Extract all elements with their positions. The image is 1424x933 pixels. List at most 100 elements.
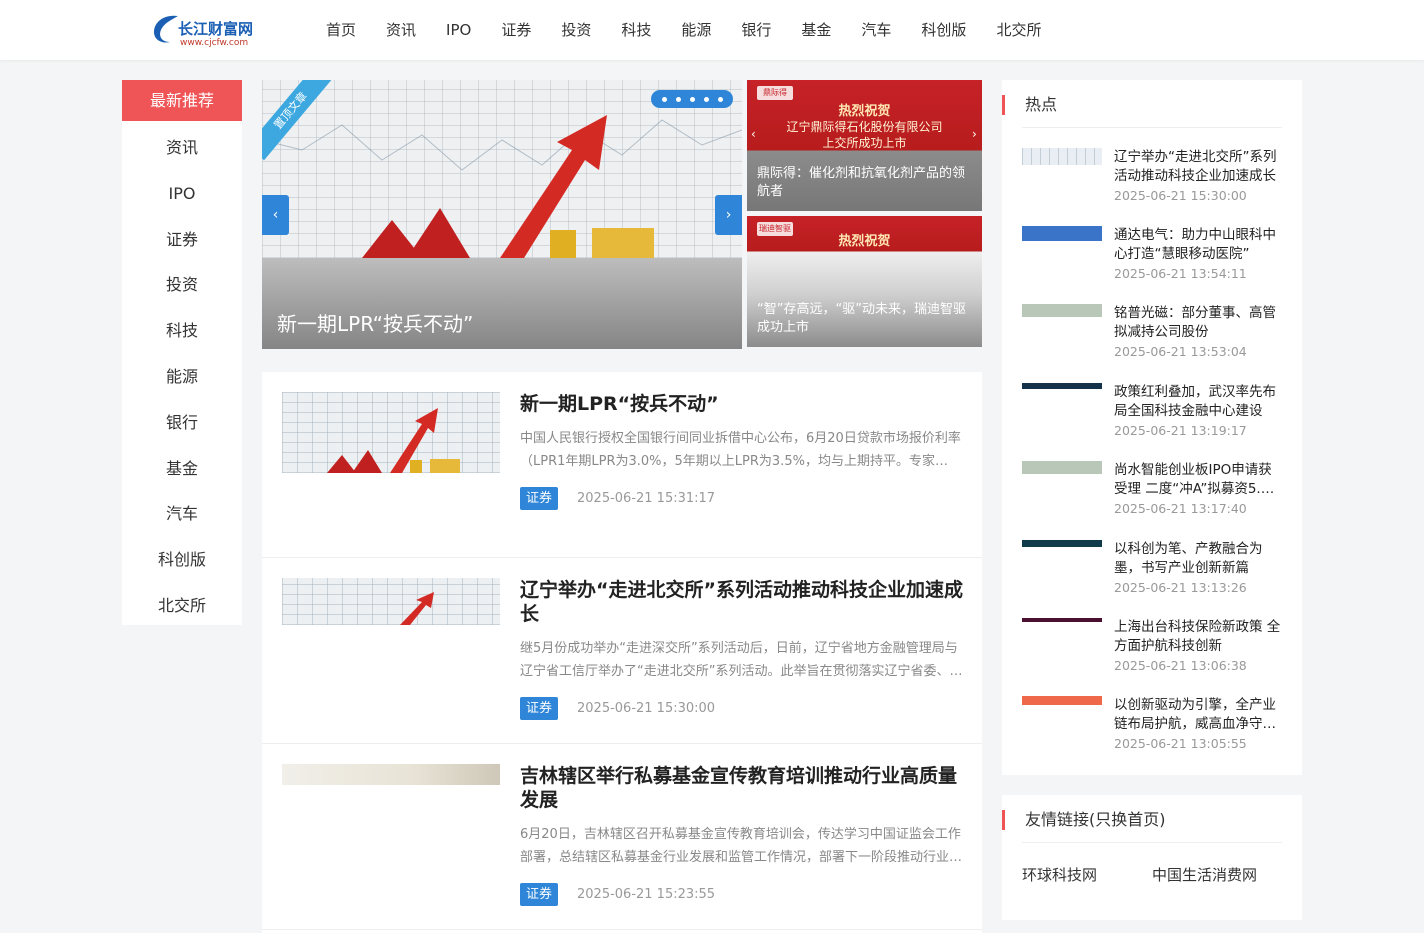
hot-thumbnail[interactable] xyxy=(1022,618,1102,622)
chevron-right-icon: › xyxy=(725,207,732,223)
hot-panel: 热点 辽宁举办“走进北交所”系列活动推动科技企业加速成长 2025-06-21 … xyxy=(1002,80,1302,775)
hot-item-title[interactable]: 尚水智能创业板IPO申请获受理 二度“冲A”拟募资5.… xyxy=(1114,461,1284,498)
sidebar-item-latest[interactable]: 最新推荐 xyxy=(122,80,242,121)
site-logo[interactable]: 长江财富网 www.cjcfw.com xyxy=(150,12,270,50)
carousel-dot[interactable] xyxy=(703,96,709,102)
nav-energy[interactable]: 能源 xyxy=(666,0,726,60)
list-item[interactable]: 通达电气：助力中山眼科中心打造“慧眼移动医院” 2025-06-21 13:54… xyxy=(1022,226,1282,298)
article-time: 2025-06-21 15:23:55 xyxy=(577,887,716,902)
article-title[interactable]: 吉林辖区举行私募基金宣传教育培训推动行业高质量发展 xyxy=(520,764,964,812)
hot-item-time: 2025-06-21 13:13:26 xyxy=(1114,580,1247,595)
hot-thumbnail[interactable] xyxy=(1022,383,1102,389)
carousel-next-button[interactable]: › xyxy=(715,195,742,235)
hot-item-time: 2025-06-21 13:54:11 xyxy=(1114,266,1247,281)
hot-item-title[interactable]: 以科创为笔、产教融合为墨，书写产业创新新篇 xyxy=(1114,540,1284,577)
carousel-dot[interactable] xyxy=(661,96,667,102)
hot-panel-title: 热点 xyxy=(1002,95,1057,115)
hot-item-time: 2025-06-21 13:05:55 xyxy=(1114,736,1247,751)
main-carousel[interactable]: 置顶文章 ‹ › 新一期LPR“按兵不动” xyxy=(262,80,742,349)
carousel-dots[interactable] xyxy=(651,90,733,108)
list-item[interactable]: 吉林辖区举行私募基金宣传教育培训推动行业高质量发展 6月20日，吉林辖区召开私募… xyxy=(262,744,982,930)
hot-thumbnail[interactable] xyxy=(1022,540,1102,547)
category-tag[interactable]: 证券 xyxy=(520,697,558,720)
article-summary: 6月20日，吉林辖区召开私募基金宣传教育培训会，传达学习中国证监会工作部署，总结… xyxy=(520,827,963,865)
hot-item-title[interactable]: 上海出台科技保险新政策 全方面护航科技创新 xyxy=(1114,618,1284,655)
category-tag[interactable]: 证券 xyxy=(520,883,558,906)
article-thumbnail[interactable] xyxy=(282,764,500,785)
rising-arrow-illustration xyxy=(400,592,434,625)
sidebar-item-bank[interactable]: 银行 xyxy=(122,400,242,446)
hot-item-title[interactable]: 辽宁举办“走进北交所”系列活动推动科技企业加速成长 xyxy=(1114,148,1284,185)
hot-item-time: 2025-06-21 13:17:40 xyxy=(1114,501,1247,516)
carousel-prev-button[interactable]: ‹ xyxy=(262,195,289,235)
nav-fund[interactable]: 基金 xyxy=(786,0,846,60)
friend-links-panel: 友情链接(只换首页) 环球科技网 中国生活消费网 xyxy=(1002,795,1302,920)
friend-links-title: 友情链接(只换首页) xyxy=(1002,810,1166,830)
carousel-dot[interactable] xyxy=(675,96,681,102)
nav-bank[interactable]: 银行 xyxy=(726,0,786,60)
chevron-left-icon[interactable]: ‹ xyxy=(751,127,756,141)
sidebar-item-ipo[interactable]: IPO xyxy=(122,171,242,217)
list-item[interactable]: 以科创为笔、产教融合为墨，书写产业创新新篇 2025-06-21 13:13:2… xyxy=(1022,540,1282,612)
list-item[interactable]: 辽宁举办“走进北交所”系列活动推动科技企业加速成长 继5月份成功举办“走进深交所… xyxy=(262,558,982,744)
hot-item-time: 2025-06-21 13:53:04 xyxy=(1114,344,1247,359)
hot-item-title[interactable]: 政策红利叠加，武汉率先布局全国科技金融中心建设 xyxy=(1114,383,1284,420)
banner-subline: 辽宁鼎际得石化股份有限公司 xyxy=(786,120,943,134)
sidebar-item-tech[interactable]: 科技 xyxy=(122,308,242,354)
hot-thumbnail[interactable] xyxy=(1022,696,1102,705)
sidebar-item-securities[interactable]: 证券 xyxy=(122,217,242,263)
main-nav: 首页 资讯 IPO 证券 投资 科技 能源 银行 基金 汽车 科创版 北交所 xyxy=(311,0,1056,60)
article-title[interactable]: 新一期LPR“按兵不动” xyxy=(520,392,964,416)
nav-auto[interactable]: 汽车 xyxy=(846,0,906,60)
chevron-right-icon[interactable]: › xyxy=(972,127,977,141)
sidebar-item-star-market[interactable]: 科创版 xyxy=(122,537,242,583)
sidebar-item-fund[interactable]: 基金 xyxy=(122,446,242,492)
sidebar-item-news[interactable]: 资讯 xyxy=(122,125,242,171)
banner-title[interactable]: 新一期LPR“按兵不动” xyxy=(277,308,473,337)
hot-thumbnail[interactable] xyxy=(1022,226,1102,241)
divider xyxy=(1022,127,1282,128)
list-item[interactable]: 铭普光磁：部分董事、高管拟减持公司股份 2025-06-21 13:53:04 xyxy=(1022,304,1282,376)
sidebar-item-auto[interactable]: 汽车 xyxy=(122,491,242,537)
list-item[interactable]: 新一期LPR“按兵不动” 中国人民银行授权全国银行间同业拆借中心公布，6月20日… xyxy=(262,372,982,558)
brand-logo: 鼎际得 xyxy=(757,86,793,100)
nav-ipo[interactable]: IPO xyxy=(431,0,486,60)
nav-bse[interactable]: 北交所 xyxy=(981,0,1056,60)
banner-headline: 热烈祝贺 xyxy=(838,234,891,249)
side-banner-dingjide[interactable]: 鼎际得 热烈祝贺 辽宁鼎际得石化股份有限公司 上交所成功上市 ‹ › 鼎际得：催… xyxy=(747,80,982,211)
nav-investment[interactable]: 投资 xyxy=(546,0,606,60)
sidebar-item-investment[interactable]: 投资 xyxy=(122,262,242,308)
list-item[interactable]: 以创新驱动为引擎，全产业链布局护航，威高血净守… 2025-06-21 13:0… xyxy=(1022,696,1282,768)
carousel-dot[interactable] xyxy=(689,96,695,102)
nav-home[interactable]: 首页 xyxy=(311,0,371,60)
side-banner-caption[interactable]: “智”存高远，“驱”动未来，瑞迪智驱成功上市 xyxy=(757,301,975,337)
banner-subline: 上交所成功上市 xyxy=(822,136,907,150)
article-title[interactable]: 辽宁举办“走进北交所”系列活动推动科技企业加速成长 xyxy=(520,578,964,626)
article-thumbnail[interactable] xyxy=(282,578,500,625)
rising-arrow-illustration xyxy=(327,408,460,473)
nav-news[interactable]: 资讯 xyxy=(371,0,431,60)
hot-thumbnail[interactable] xyxy=(1022,304,1102,317)
carousel-dot[interactable] xyxy=(717,96,723,102)
friend-link[interactable]: 环球科技网 xyxy=(1022,864,1152,885)
sidebar-item-bse[interactable]: 北交所 xyxy=(122,583,242,629)
list-item[interactable]: 政策红利叠加，武汉率先布局全国科技金融中心建设 2025-06-21 13:19… xyxy=(1022,383,1282,455)
friend-link[interactable]: 中国生活消费网 xyxy=(1152,864,1282,885)
nav-tech[interactable]: 科技 xyxy=(606,0,666,60)
nav-securities[interactable]: 证券 xyxy=(486,0,546,60)
side-banner-caption[interactable]: 鼎际得：催化剂和抗氧化剂产品的领航者 xyxy=(757,165,975,201)
hot-item-title[interactable]: 铭普光磁：部分董事、高管拟减持公司股份 xyxy=(1114,304,1284,341)
list-item[interactable]: 辽宁举办“走进北交所”系列活动推动科技企业加速成长 2025-06-21 15:… xyxy=(1022,148,1282,220)
nav-star-market[interactable]: 科创版 xyxy=(906,0,981,60)
article-thumbnail[interactable] xyxy=(282,392,500,473)
sidebar-item-energy[interactable]: 能源 xyxy=(122,354,242,400)
hot-thumbnail[interactable] xyxy=(1022,461,1102,474)
divider xyxy=(1022,842,1282,843)
category-tag[interactable]: 证券 xyxy=(520,487,558,510)
list-item[interactable]: 尚水智能创业板IPO申请获受理 二度“冲A”拟募资5.… 2025-06-21 … xyxy=(1022,461,1282,533)
hot-item-title[interactable]: 以创新驱动为引擎，全产业链布局护航，威高血净守… xyxy=(1114,696,1284,733)
side-banner-ruidi[interactable]: 瑞迪智驱 热烈祝贺 “智”存高远，“驱”动未来，瑞迪智驱成功上市 xyxy=(747,216,982,347)
hot-thumbnail[interactable] xyxy=(1022,148,1102,165)
hot-item-title[interactable]: 通达电气：助力中山眼科中心打造“慧眼移动医院” xyxy=(1114,226,1284,263)
list-item[interactable]: 上海出台科技保险新政策 全方面护航科技创新 2025-06-21 13:06:3… xyxy=(1022,618,1282,690)
